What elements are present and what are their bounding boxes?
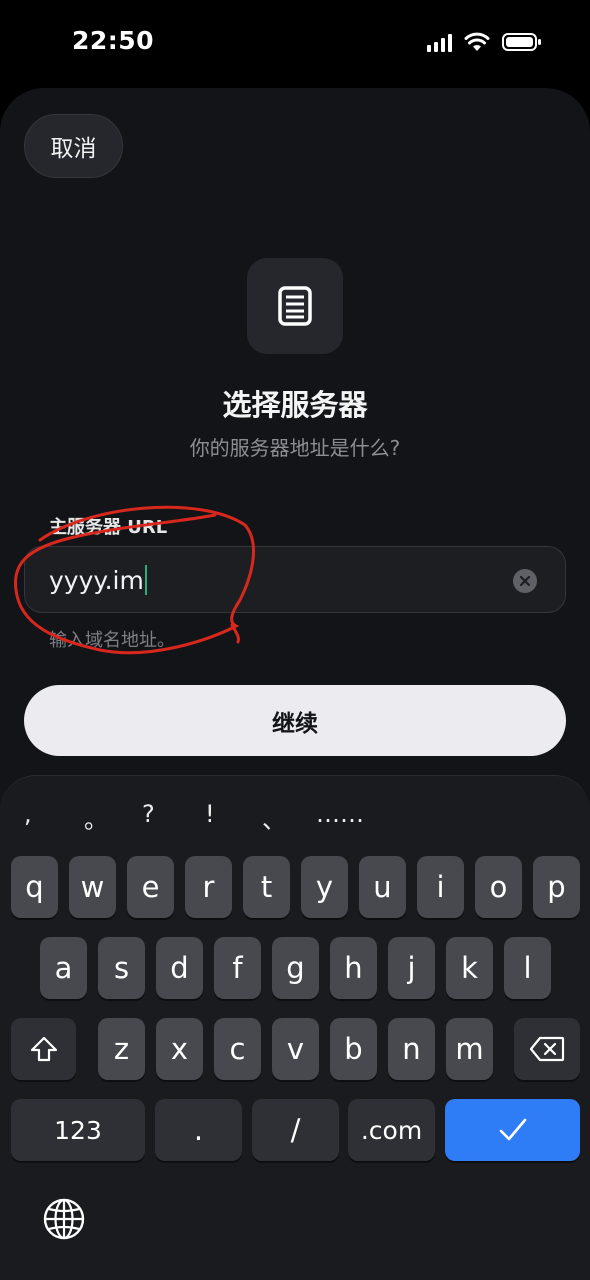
key-d[interactable]: d	[156, 937, 203, 999]
server-url-value: yyyy.im	[49, 565, 144, 595]
key-v[interactable]: v	[272, 1018, 319, 1080]
clear-icon	[519, 575, 531, 587]
helper-text: 输入域名地址。	[49, 630, 175, 651]
key-c[interactable]: c	[214, 1018, 261, 1080]
page-title: 选择服务器	[222, 388, 368, 422]
key-h[interactable]: h	[330, 937, 377, 999]
key-p[interactable]: p	[533, 856, 580, 918]
key-a[interactable]: a	[40, 937, 87, 999]
key-b[interactable]: b	[330, 1018, 377, 1080]
punct-exclaim-key[interactable]: !	[205, 800, 215, 828]
cellular-signal-icon	[427, 32, 452, 52]
dotcom-key[interactable]: .com	[348, 1099, 435, 1161]
key-l[interactable]: l	[504, 937, 551, 999]
punct-question-key[interactable]: ?	[142, 800, 155, 828]
punct-period-key[interactable]: 。	[84, 800, 108, 835]
key-i[interactable]: i	[417, 856, 464, 918]
clear-input-button[interactable]	[513, 569, 537, 593]
shift-key[interactable]	[11, 1018, 76, 1080]
key-e[interactable]: e	[127, 856, 174, 918]
key-r[interactable]: r	[185, 856, 232, 918]
key-s[interactable]: s	[98, 937, 145, 999]
key-k[interactable]: k	[446, 937, 493, 999]
key-q[interactable]: q	[11, 856, 58, 918]
battery-icon	[502, 33, 541, 51]
key-f[interactable]: f	[214, 937, 261, 999]
key-m[interactable]: m	[446, 1018, 493, 1080]
punctuation-row: , 。 ? ! 、 ……	[0, 800, 590, 840]
done-key[interactable]	[445, 1099, 580, 1161]
server-url-input[interactable]: yyyy.im	[49, 563, 147, 597]
key-z[interactable]: z	[98, 1018, 145, 1080]
globe-icon[interactable]	[42, 1197, 86, 1241]
shift-icon	[30, 1036, 57, 1062]
key-y[interactable]: y	[301, 856, 348, 918]
server-icon	[278, 286, 312, 326]
key-o[interactable]: o	[475, 856, 522, 918]
continue-button[interactable]: 继续	[24, 685, 566, 756]
text-caret	[144, 565, 147, 595]
checkmark-icon	[499, 1118, 526, 1141]
punct-ellipsis-key[interactable]: ……	[316, 800, 364, 828]
wifi-icon	[464, 32, 490, 51]
page-subtitle: 你的服务器地址是什么?	[189, 436, 401, 460]
key-t[interactable]: t	[243, 856, 290, 918]
dot-key[interactable]: .	[155, 1099, 242, 1161]
key-j[interactable]: j	[388, 937, 435, 999]
numbers-key[interactable]: 123	[11, 1099, 145, 1161]
key-n[interactable]: n	[388, 1018, 435, 1080]
punct-comma-key[interactable]: ,	[24, 800, 32, 828]
server-icon-container	[247, 258, 343, 354]
cancel-button[interactable]: 取消	[24, 114, 123, 178]
backspace-icon	[529, 1036, 565, 1062]
slash-key[interactable]: /	[252, 1099, 339, 1161]
status-bar: 22:50	[0, 0, 590, 88]
key-x[interactable]: x	[156, 1018, 203, 1080]
status-time: 22:50	[72, 26, 155, 55]
backspace-key[interactable]	[514, 1018, 580, 1080]
key-u[interactable]: u	[359, 856, 406, 918]
server-url-field[interactable]: yyyy.im	[24, 546, 566, 613]
key-g[interactable]: g	[272, 937, 319, 999]
key-w[interactable]: w	[69, 856, 116, 918]
punct-pause-key[interactable]: 、	[262, 800, 286, 835]
server-url-label: 主服务器 URL	[49, 517, 168, 538]
status-icons	[427, 32, 542, 52]
